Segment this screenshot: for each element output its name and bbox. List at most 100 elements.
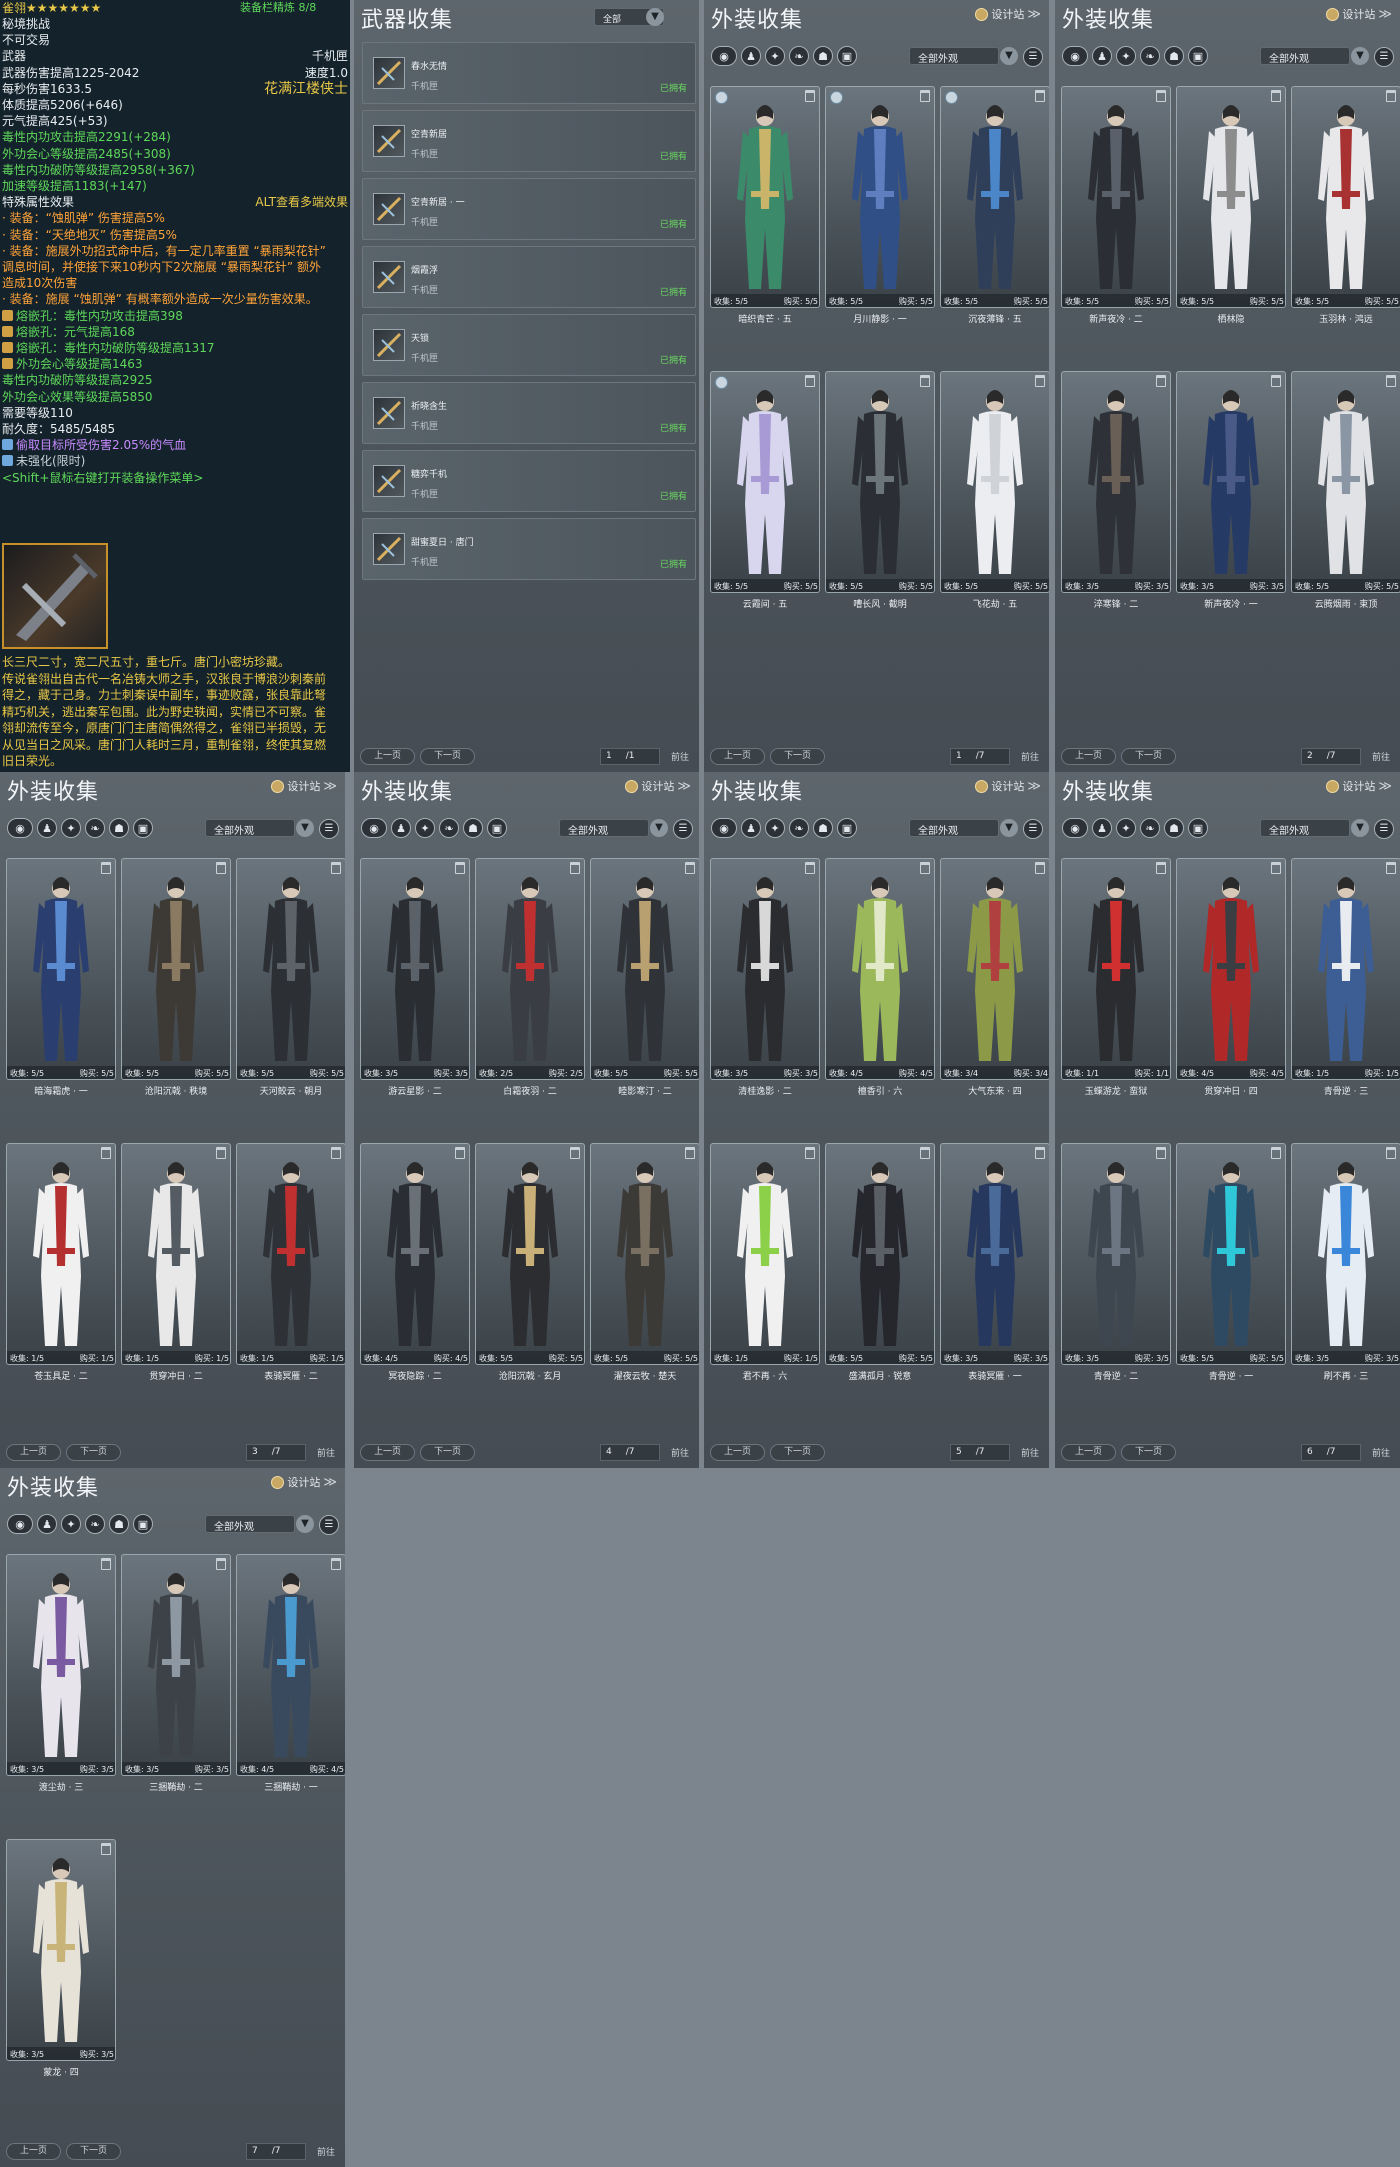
outfit-preview[interactable]: 收集: 5/5 购买: 5/5 (710, 86, 820, 308)
design-station-link[interactable]: 设计站 ≫ (975, 778, 1041, 794)
outfit-preview[interactable]: 收集: 3/5 购买: 3/5 (1061, 1143, 1171, 1365)
outfit-card[interactable]: 收集: 3/5 购买: 3/5 青骨逆 · 二 (1061, 1143, 1171, 1428)
outfit-card[interactable]: 收集: 4/5 购买: 4/5 冥夜隐踪 · 二 (360, 1143, 470, 1428)
jump-button[interactable]: 前往 (1372, 1446, 1390, 1459)
outfit-preview[interactable]: 收集: 5/5 购买: 5/5 (1176, 1143, 1286, 1365)
next-page-button[interactable]: 下一页 (420, 748, 475, 765)
chevron-down-icon[interactable]: ▼ (296, 1515, 314, 1533)
prev-page-button[interactable]: 上一页 (6, 1444, 61, 1461)
outfit-card[interactable]: 收集: 5/5 购买: 5/5 睦影寒汀 · 二 (590, 858, 699, 1143)
trash-icon[interactable] (331, 1147, 341, 1159)
hat-icon[interactable]: ✦ (1116, 46, 1136, 66)
prev-page-button[interactable]: 上一页 (1061, 1444, 1116, 1461)
trash-icon[interactable] (101, 1147, 111, 1159)
outfit-card[interactable]: 收集: 5/5 购买: 5/5 天河鲛云 · 朝月 (236, 858, 345, 1143)
trash-icon[interactable] (1271, 1147, 1281, 1159)
outfit-preview[interactable]: 收集: 5/5 购买: 5/5 (1291, 371, 1400, 593)
weapon-filter-dropdown[interactable]: 全部 ▼ (594, 8, 664, 26)
outfit-preview[interactable]: 收集: 5/5 购买: 5/5 (590, 1143, 699, 1365)
trash-icon[interactable] (216, 1558, 226, 1570)
trash-icon[interactable] (1156, 90, 1166, 102)
outfit-preview[interactable]: 收集: 3/5 购买: 3/5 (6, 1554, 116, 1776)
outfit-card[interactable]: 收集: 5/5 购买: 5/5 青骨逆 · 一 (1176, 1143, 1286, 1428)
chevron-down-icon[interactable]: ▼ (650, 819, 668, 837)
outfit-preview[interactable]: 收集: 5/5 购买: 5/5 (825, 371, 935, 593)
outfit-card[interactable]: 收集: 3/5 购买: 3/5 表骑冥雁 · 一 (940, 1143, 1049, 1428)
outfit-preview[interactable]: 收集: 5/5 购买: 5/5 (710, 371, 820, 593)
mount-icon[interactable]: ☗ (1164, 46, 1184, 66)
chevron-down-icon[interactable]: ▼ (1000, 47, 1018, 65)
list-view-icon[interactable]: ☰ (319, 819, 339, 839)
page-number-input[interactable]: 5/7 (950, 1444, 1010, 1461)
robe-icon[interactable]: ♟ (37, 1514, 57, 1534)
next-page-button[interactable]: 下一页 (1121, 748, 1176, 765)
outfit-card[interactable]: 收集: 5/5 购买: 5/5 玉羽林 · 鸿远 (1291, 86, 1400, 371)
outfit-card[interactable]: 收集: 1/1 购买: 1/1 玉蝶游龙 · 蛮狱 (1061, 858, 1171, 1143)
chevron-down-icon[interactable]: ▼ (1351, 47, 1369, 65)
trash-icon[interactable] (331, 1558, 341, 1570)
trash-icon[interactable] (920, 862, 930, 874)
trash-icon[interactable] (455, 862, 465, 874)
jump-button[interactable]: 前往 (671, 1446, 689, 1459)
outfit-card[interactable]: 收集: 5/5 购买: 5/5 新声夜冷 · 二 (1061, 86, 1171, 371)
weapon-item[interactable]: 甜蜜夏日 · 唐门 千机匣 已拥有 (362, 518, 696, 580)
prev-page-button[interactable]: 上一页 (360, 748, 415, 765)
outfit-preview[interactable]: 收集: 3/5 购买: 3/5 (1291, 1143, 1400, 1365)
outfit-preview[interactable]: 收集: 5/5 购买: 5/5 (475, 1143, 585, 1365)
page-number-input[interactable]: 1/7 (950, 748, 1010, 765)
trash-icon[interactable] (101, 862, 111, 874)
outfit-preview[interactable]: 收集: 5/5 购买: 5/5 (1061, 86, 1171, 308)
all-outfit-icon[interactable]: ◉ (7, 1514, 33, 1534)
weapon-item[interactable]: 祈晓含生 千机匣 已拥有 (362, 382, 696, 444)
outfit-preview[interactable]: 收集: 5/5 购买: 5/5 (1291, 86, 1400, 308)
next-page-button[interactable]: 下一页 (420, 1444, 475, 1461)
weapon-item[interactable]: 烟霞浮 千机匣 已拥有 (362, 246, 696, 308)
outfit-filter-dropdown[interactable]: 全部外观 ▼ (205, 819, 314, 837)
weapon-item[interactable]: 天锁 千机匣 已拥有 (362, 314, 696, 376)
bag-icon[interactable]: ▣ (837, 46, 857, 66)
outfit-preview[interactable]: 收集: 3/5 购买: 3/5 (940, 1143, 1049, 1365)
page-number-input[interactable]: 3/7 (246, 1444, 306, 1461)
all-outfit-icon[interactable]: ◉ (1062, 818, 1088, 838)
list-view-icon[interactable]: ☰ (1023, 47, 1043, 67)
jump-button[interactable]: 前往 (1021, 1446, 1039, 1459)
trash-icon[interactable] (805, 1147, 815, 1159)
page-number-input[interactable]: 2/7 (1301, 748, 1361, 765)
outfit-card[interactable]: 收集: 5/5 购买: 5/5 月川静影 · 一 (825, 86, 935, 371)
trash-icon[interactable] (1271, 375, 1281, 387)
robe-icon[interactable]: ♟ (1092, 818, 1112, 838)
outfit-preview[interactable]: 收集: 5/5 购买: 5/5 (6, 858, 116, 1080)
trash-icon[interactable] (805, 375, 815, 387)
outfit-card[interactable]: 收集: 3/5 购买: 3/5 蒙龙 · 四 (6, 1839, 116, 2124)
outfit-preview[interactable]: 收集: 4/5 购买: 4/5 (1176, 858, 1286, 1080)
outfit-preview[interactable]: 收集: 1/5 购买: 1/5 (6, 1143, 116, 1365)
trash-icon[interactable] (920, 1147, 930, 1159)
next-page-button[interactable]: 下一页 (66, 2143, 121, 2160)
outfit-preview[interactable]: 收集: 5/5 购买: 5/5 (825, 86, 935, 308)
design-station-link[interactable]: 设计站 ≫ (1326, 778, 1392, 794)
trash-icon[interactable] (216, 1147, 226, 1159)
mount-icon[interactable]: ☗ (813, 818, 833, 838)
mount-icon[interactable]: ☗ (813, 46, 833, 66)
jump-button[interactable]: 前往 (317, 2145, 335, 2158)
outfit-card[interactable]: 收集: 3/5 购买: 3/5 刷不再 · 三 (1291, 1143, 1400, 1428)
outfit-card[interactable]: 收集: 5/5 购买: 5/5 暗海霜虎 · 一 (6, 858, 116, 1143)
outfit-preview[interactable]: 收集: 3/5 购买: 3/5 (1176, 371, 1286, 593)
outfit-card[interactable]: 收集: 3/5 购买: 3/5 淬寒锋 · 二 (1061, 371, 1171, 656)
outfit-card[interactable]: 收集: 3/5 购买: 3/5 游云星影 · 二 (360, 858, 470, 1143)
hat-icon[interactable]: ✦ (61, 818, 81, 838)
outfit-preview[interactable]: 收集: 3/4 购买: 3/4 (940, 858, 1049, 1080)
cloak-icon[interactable]: ❧ (85, 818, 105, 838)
trash-icon[interactable] (1035, 1147, 1045, 1159)
trash-icon[interactable] (805, 862, 815, 874)
cloak-icon[interactable]: ❧ (789, 46, 809, 66)
trash-icon[interactable] (570, 862, 580, 874)
next-page-button[interactable]: 下一页 (770, 1444, 825, 1461)
hat-icon[interactable]: ✦ (61, 1514, 81, 1534)
outfit-card[interactable]: 收集: 5/5 购买: 5/5 盛满孤月 · 锐意 (825, 1143, 935, 1428)
robe-icon[interactable]: ♟ (741, 818, 761, 838)
outfit-card[interactable]: 收集: 5/5 购买: 5/5 嘈长风 · 截明 (825, 371, 935, 656)
trash-icon[interactable] (1271, 862, 1281, 874)
jump-button[interactable]: 前往 (1021, 750, 1039, 763)
trash-icon[interactable] (685, 1147, 695, 1159)
